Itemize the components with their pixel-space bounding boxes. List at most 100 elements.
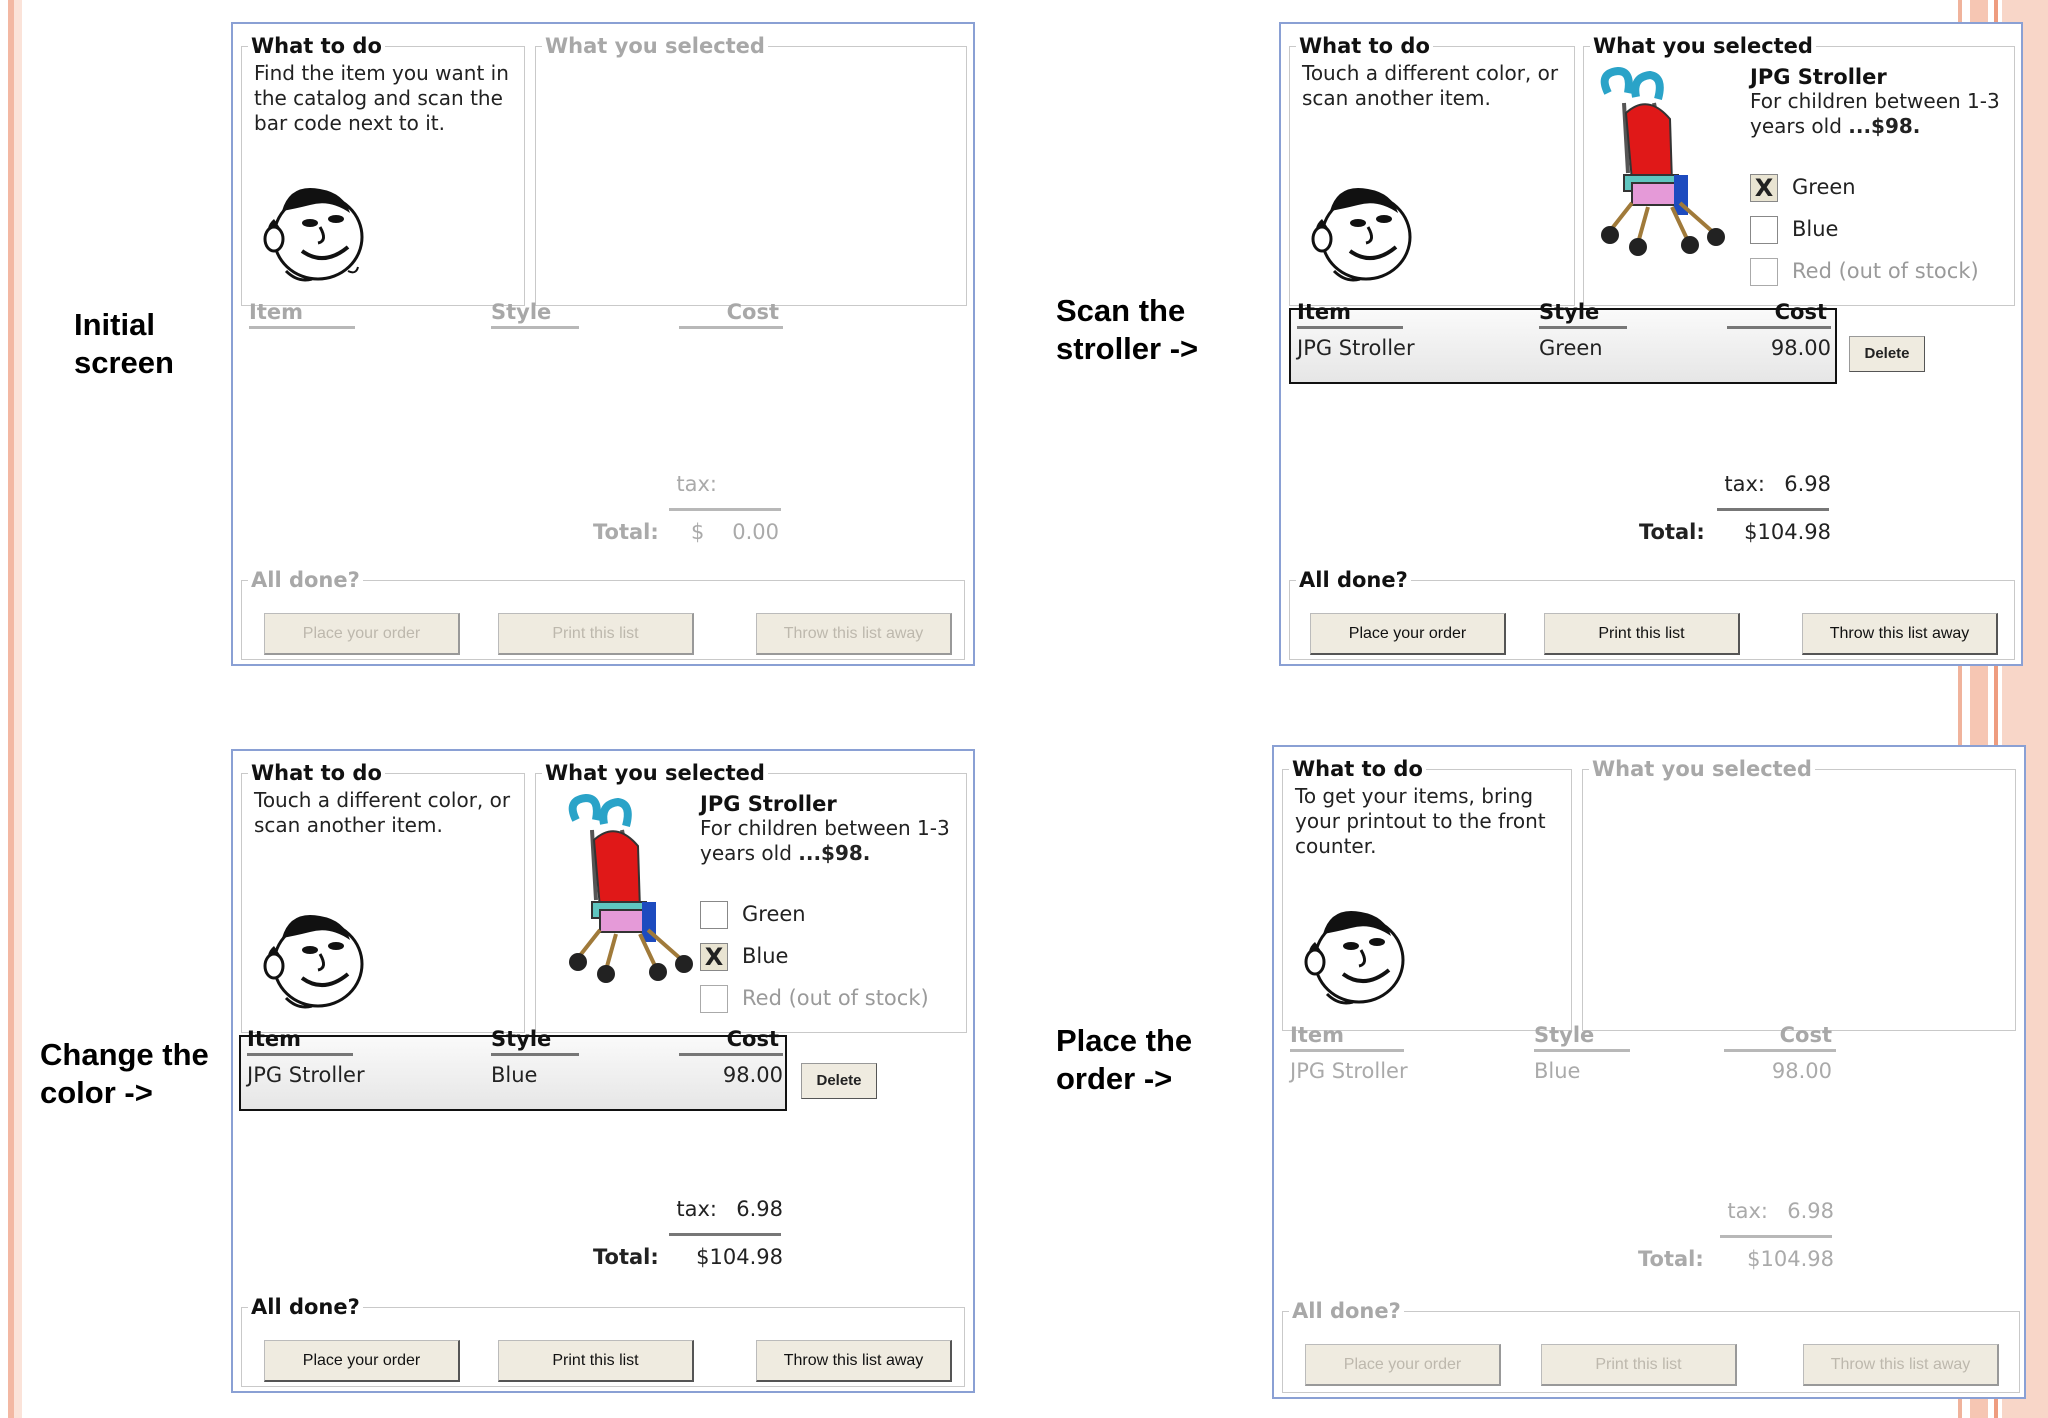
instruction-text: Touch a different color, or scan another…	[254, 788, 511, 837]
column-header-cost: Cost	[679, 300, 783, 329]
row-style: Blue	[1534, 1059, 1581, 1083]
checkbox-red	[1750, 258, 1778, 286]
what-you-selected-box: What you selected	[1582, 757, 2016, 1031]
row-cost: 98.00	[722, 1063, 783, 1087]
checkbox-blue[interactable]	[1750, 216, 1778, 244]
throw-list-away-button[interactable]: Throw this list away	[1803, 1344, 1999, 1386]
checkbox-blue-checked[interactable]: X	[700, 943, 728, 971]
tax-value: 6.98	[1787, 1199, 1834, 1223]
tax-label: tax:	[676, 472, 717, 496]
place-order-button[interactable]: Place your order	[264, 613, 460, 655]
option-green[interactable]: Green	[700, 898, 806, 930]
cartoon-face-icon	[263, 914, 364, 1009]
all-done-heading: All done?	[248, 568, 363, 592]
all-done-box: All done? Place your order Print this li…	[1289, 568, 2015, 660]
throw-list-away-button[interactable]: Throw this list away	[1802, 613, 1998, 655]
option-red-out-of-stock: Red (out of stock)	[1750, 255, 1979, 287]
row-style: Blue	[491, 1063, 538, 1087]
instruction-text: Find the item you want in the catalog an…	[254, 61, 509, 135]
delete-button[interactable]: Delete	[1849, 336, 1925, 372]
print-list-button[interactable]: Print this list	[498, 613, 694, 655]
print-list-button[interactable]: Print this list	[1541, 1344, 1737, 1386]
total-label: Total:	[1638, 1247, 1704, 1271]
product-title: JPG Stroller	[1750, 65, 1887, 89]
product-description: For children between 1-3 years old ...$9…	[1750, 89, 2000, 138]
what-you-selected-heading: What you selected	[542, 34, 768, 58]
row-item: JPG Stroller	[1290, 1059, 1408, 1083]
caption-scan-stroller: Scan the stroller ->	[1056, 293, 1199, 366]
option-red-out-of-stock: Red (out of stock)	[700, 982, 929, 1014]
what-to-do-heading: What to do	[248, 761, 385, 785]
tax-value: 6.98	[736, 1197, 783, 1221]
cartoon-face-icon	[1311, 187, 1412, 282]
checkbox-green[interactable]	[700, 901, 728, 929]
column-header-item: Item	[247, 1027, 353, 1056]
what-you-selected-heading: What you selected	[542, 761, 768, 785]
column-header-cost: Cost	[679, 1027, 783, 1056]
kiosk-screen-order-placed: What to do To get your items, bring your…	[1272, 745, 2026, 1399]
stroller-image	[568, 793, 693, 983]
place-order-button[interactable]: Place your order	[1305, 1344, 1501, 1386]
total-value: 0.00	[732, 520, 779, 544]
row-item: JPG Stroller	[247, 1063, 365, 1087]
product-price: ...$98.	[798, 841, 871, 865]
option-blue[interactable]: Blue	[1750, 213, 1838, 245]
all-done-box: All done? Place your order Print this li…	[1282, 1299, 2020, 1393]
column-header-style: Style	[1539, 300, 1627, 329]
option-blue[interactable]: X Blue	[700, 940, 788, 972]
sum-rule	[669, 1233, 781, 1236]
place-order-button[interactable]: Place your order	[264, 1340, 460, 1382]
total-label: Total:	[593, 1245, 659, 1269]
total-label: Total:	[593, 520, 659, 544]
tax-value: 6.98	[1784, 472, 1831, 496]
tax-label: tax:	[1724, 472, 1765, 496]
instruction-text: Touch a different color, or scan another…	[1302, 61, 1559, 110]
column-header-item: Item	[1290, 1023, 1404, 1052]
what-to-do-heading: What to do	[248, 34, 385, 58]
column-header-style: Style	[491, 1027, 579, 1056]
place-order-button[interactable]: Place your order	[1310, 613, 1506, 655]
column-header-cost: Cost	[1727, 300, 1831, 329]
product-title: JPG Stroller	[700, 792, 837, 816]
slide-decoration-left	[0, 0, 22, 1418]
all-done-box: All done? Place your order Print this li…	[241, 1295, 965, 1387]
row-cost: 98.00	[1770, 336, 1831, 360]
tax-label: tax:	[676, 1197, 717, 1221]
print-list-button[interactable]: Print this list	[498, 1340, 694, 1382]
what-you-selected-box: What you selected JPG Stroller For child…	[1583, 34, 2015, 306]
total-currency: $	[691, 520, 705, 544]
what-to-do-heading: What to do	[1289, 757, 1426, 781]
option-green[interactable]: X Green	[1750, 171, 1856, 203]
kiosk-screen-color-changed: What to do Touch a different color, or s…	[231, 749, 975, 1393]
sum-rule	[669, 508, 781, 511]
column-header-item: Item	[1297, 300, 1403, 329]
what-to-do-box: What to do Touch a different color, or s…	[241, 761, 525, 1033]
throw-list-away-button[interactable]: Throw this list away	[756, 1340, 952, 1382]
checkbox-green-checked[interactable]: X	[1750, 174, 1778, 202]
row-style: Green	[1539, 336, 1603, 360]
delete-button[interactable]: Delete	[801, 1063, 877, 1099]
what-to-do-heading: What to do	[1296, 34, 1433, 58]
all-done-heading: All done?	[248, 1295, 363, 1319]
caption-initial-screen: Initial screen	[74, 307, 174, 380]
all-done-heading: All done?	[1289, 1299, 1404, 1323]
what-you-selected-heading: What you selected	[1589, 757, 1815, 781]
what-you-selected-box: What you selected	[535, 34, 967, 306]
kiosk-screen-scanned: What to do Touch a different color, or s…	[1279, 22, 2023, 666]
product-price: ...$98.	[1848, 114, 1921, 138]
cartoon-face-icon	[1304, 910, 1405, 1005]
sum-rule	[1717, 508, 1829, 511]
print-list-button[interactable]: Print this list	[1544, 613, 1740, 655]
total-label: Total:	[1639, 520, 1705, 544]
row-item: JPG Stroller	[1297, 336, 1415, 360]
total-value: $104.98	[1744, 520, 1831, 544]
total-value: $104.98	[696, 1245, 783, 1269]
all-done-box: All done? Place your order Print this li…	[241, 568, 965, 660]
stroller-image	[1600, 66, 1725, 256]
instruction-text: To get your items, bring your printout t…	[1295, 784, 1546, 858]
cartoon-face-icon	[263, 187, 364, 282]
total-value: $104.98	[1747, 1247, 1834, 1271]
throw-list-away-button[interactable]: Throw this list away	[756, 613, 952, 655]
column-header-style: Style	[1534, 1023, 1630, 1052]
what-you-selected-box: What you selected JPG Stroller For child…	[535, 761, 967, 1033]
